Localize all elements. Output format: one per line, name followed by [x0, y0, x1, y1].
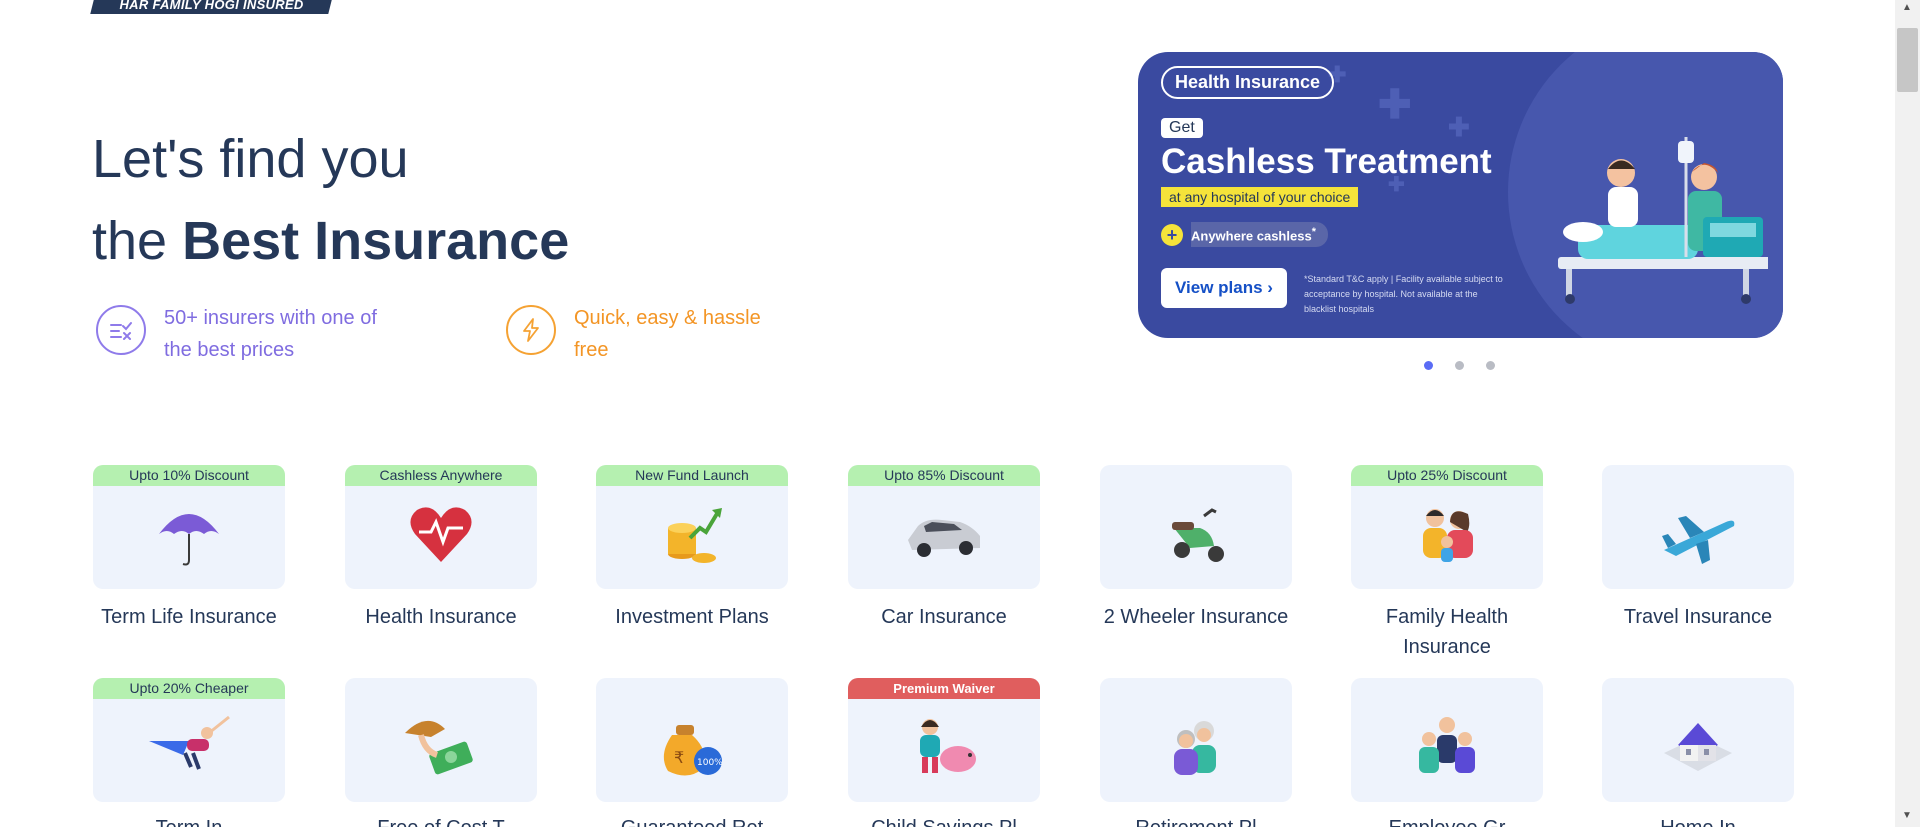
- product-card-child-savings[interactable]: Premium Waiver: [848, 678, 1040, 802]
- banner-headline: Cashless Treatment: [1161, 142, 1492, 181]
- brand-tagline: HAR FAMILY HOGI INSURED: [90, 0, 332, 14]
- product-tag: Cashless Anywhere: [345, 465, 537, 486]
- carousel-dot-3[interactable]: [1486, 361, 1495, 370]
- carousel-dot-2[interactable]: [1455, 361, 1464, 370]
- banner-terms: *Standard T&C apply | Facility available…: [1304, 274, 1503, 314]
- elderly-couple-icon: [1174, 721, 1216, 775]
- view-plans-button[interactable]: View plans ›: [1161, 268, 1287, 308]
- view-plans-label: View plans: [1175, 278, 1263, 297]
- scooter-icon: [1172, 508, 1224, 562]
- product-label[interactable]: Term In: [93, 813, 285, 827]
- product-label[interactable]: Free of Cost T: [345, 813, 537, 827]
- product-label[interactable]: Home In: [1602, 813, 1794, 827]
- product-card-family-health[interactable]: Upto 25% Discount: [1351, 465, 1543, 589]
- product-card-term-life[interactable]: Upto 10% Discount: [93, 465, 285, 589]
- banner-category-pill: Health Insurance: [1161, 66, 1335, 99]
- product-label[interactable]: Employee Gr: [1351, 813, 1543, 827]
- banner-cashless-mark: *: [1311, 226, 1316, 238]
- product-card-travel[interactable]: [1602, 465, 1794, 589]
- promo-banner[interactable]: ✚ ✚ ✚ ✚ Health Insurance Get Cashless Tr…: [1138, 52, 1783, 338]
- feature-quick-text: Quick, easy & hassle free: [574, 307, 761, 361]
- product-card-home[interactable]: [1602, 678, 1794, 802]
- cross-icon: ✚: [1378, 83, 1412, 127]
- house-icon: [1664, 723, 1732, 771]
- employees-icon: [1419, 717, 1475, 773]
- product-label[interactable]: Guaranteed Ret: [596, 813, 788, 827]
- product-card-guaranteed-return[interactable]: ₹ 100%: [596, 678, 788, 802]
- product-tag: New Fund Launch: [596, 465, 788, 486]
- feature-quick: Quick, easy & hassle free: [506, 302, 794, 366]
- product-label[interactable]: Travel Insurance: [1602, 602, 1794, 632]
- product-label[interactable]: Child Savings Pl: [848, 813, 1040, 827]
- umbrella-icon: [159, 514, 219, 566]
- banner-cashless-text: Anywhere cashless: [1191, 228, 1312, 244]
- cross-icon: ✚: [1448, 112, 1470, 142]
- product-label[interactable]: 2 Wheeler Insurance: [1100, 602, 1292, 632]
- product-label[interactable]: Health Insurance: [345, 602, 537, 632]
- compare-icon: [96, 305, 146, 355]
- feature-insurers: 50+ insurers with one of the best prices: [96, 302, 384, 366]
- product-label[interactable]: Family Health Insurance: [1351, 602, 1543, 662]
- scroll-down-icon[interactable]: ▼: [1902, 810, 1912, 821]
- product-card-investment[interactable]: New Fund Launch: [596, 465, 788, 589]
- coins-growth-icon: [668, 508, 722, 563]
- heart-pulse-icon: [410, 507, 472, 562]
- plus-icon: +: [1161, 223, 1183, 246]
- banner-get-label: Get: [1161, 118, 1203, 138]
- product-tag: Upto 85% Discount: [848, 465, 1040, 486]
- product-label[interactable]: Term Life Insurance: [93, 602, 285, 632]
- feature-insurers-text: 50+ insurers with one of the best prices: [164, 307, 377, 361]
- page-scrollbar[interactable]: ▲ ▼: [1895, 0, 1920, 827]
- family-icon: [1423, 509, 1473, 562]
- hero-heading: Let's find you the Best Insurance: [92, 118, 569, 282]
- product-card-car[interactable]: Upto 85% Discount: [848, 465, 1040, 589]
- product-card-health[interactable]: Cashless Anywhere: [345, 465, 537, 589]
- scroll-up-icon[interactable]: ▲: [1902, 2, 1912, 13]
- product-tag: Upto 25% Discount: [1351, 465, 1543, 486]
- airplane-icon: [1662, 516, 1735, 564]
- carousel-dot-1[interactable]: [1424, 361, 1433, 370]
- product-label[interactable]: Car Insurance: [848, 602, 1040, 632]
- money-bag-icon: ₹ 100%: [663, 725, 723, 776]
- product-label[interactable]: Investment Plans: [596, 602, 788, 632]
- product-card-free-of-cost-term[interactable]: [345, 678, 537, 802]
- hero-line-2-prefix: the: [92, 211, 183, 271]
- product-tag: Upto 10% Discount: [93, 465, 285, 486]
- chevron-right-icon: ›: [1267, 278, 1273, 297]
- banner-subline: at any hospital of your choice: [1161, 187, 1359, 207]
- hospital-bed-illustration: [1558, 137, 1768, 304]
- scroll-thumb[interactable]: [1897, 28, 1918, 92]
- superhero-icon: [149, 715, 230, 770]
- hero-line-2-bold: Best Insurance: [182, 211, 570, 271]
- product-tag: Premium Waiver: [848, 678, 1040, 699]
- hero-line-1: Let's find you: [92, 129, 409, 189]
- product-card-2-wheeler[interactable]: [1100, 465, 1292, 589]
- svg-text:100%: 100%: [697, 758, 723, 768]
- money-return-icon: [405, 720, 473, 775]
- carousel-dots: [1424, 361, 1495, 370]
- product-label[interactable]: Retirement Pl: [1100, 813, 1292, 827]
- product-tag: Upto 20% Cheaper: [93, 678, 285, 699]
- svg-text:₹: ₹: [674, 748, 684, 767]
- lightning-icon: [506, 305, 556, 355]
- product-card-term[interactable]: Upto 20% Cheaper: [93, 678, 285, 802]
- product-card-employee-group[interactable]: [1351, 678, 1543, 802]
- banner-cashless-badge: + Anywhere cashless*: [1161, 222, 1328, 248]
- car-icon: [908, 519, 980, 557]
- child-piggybank-icon: [920, 719, 976, 773]
- product-card-retirement[interactable]: [1100, 678, 1292, 802]
